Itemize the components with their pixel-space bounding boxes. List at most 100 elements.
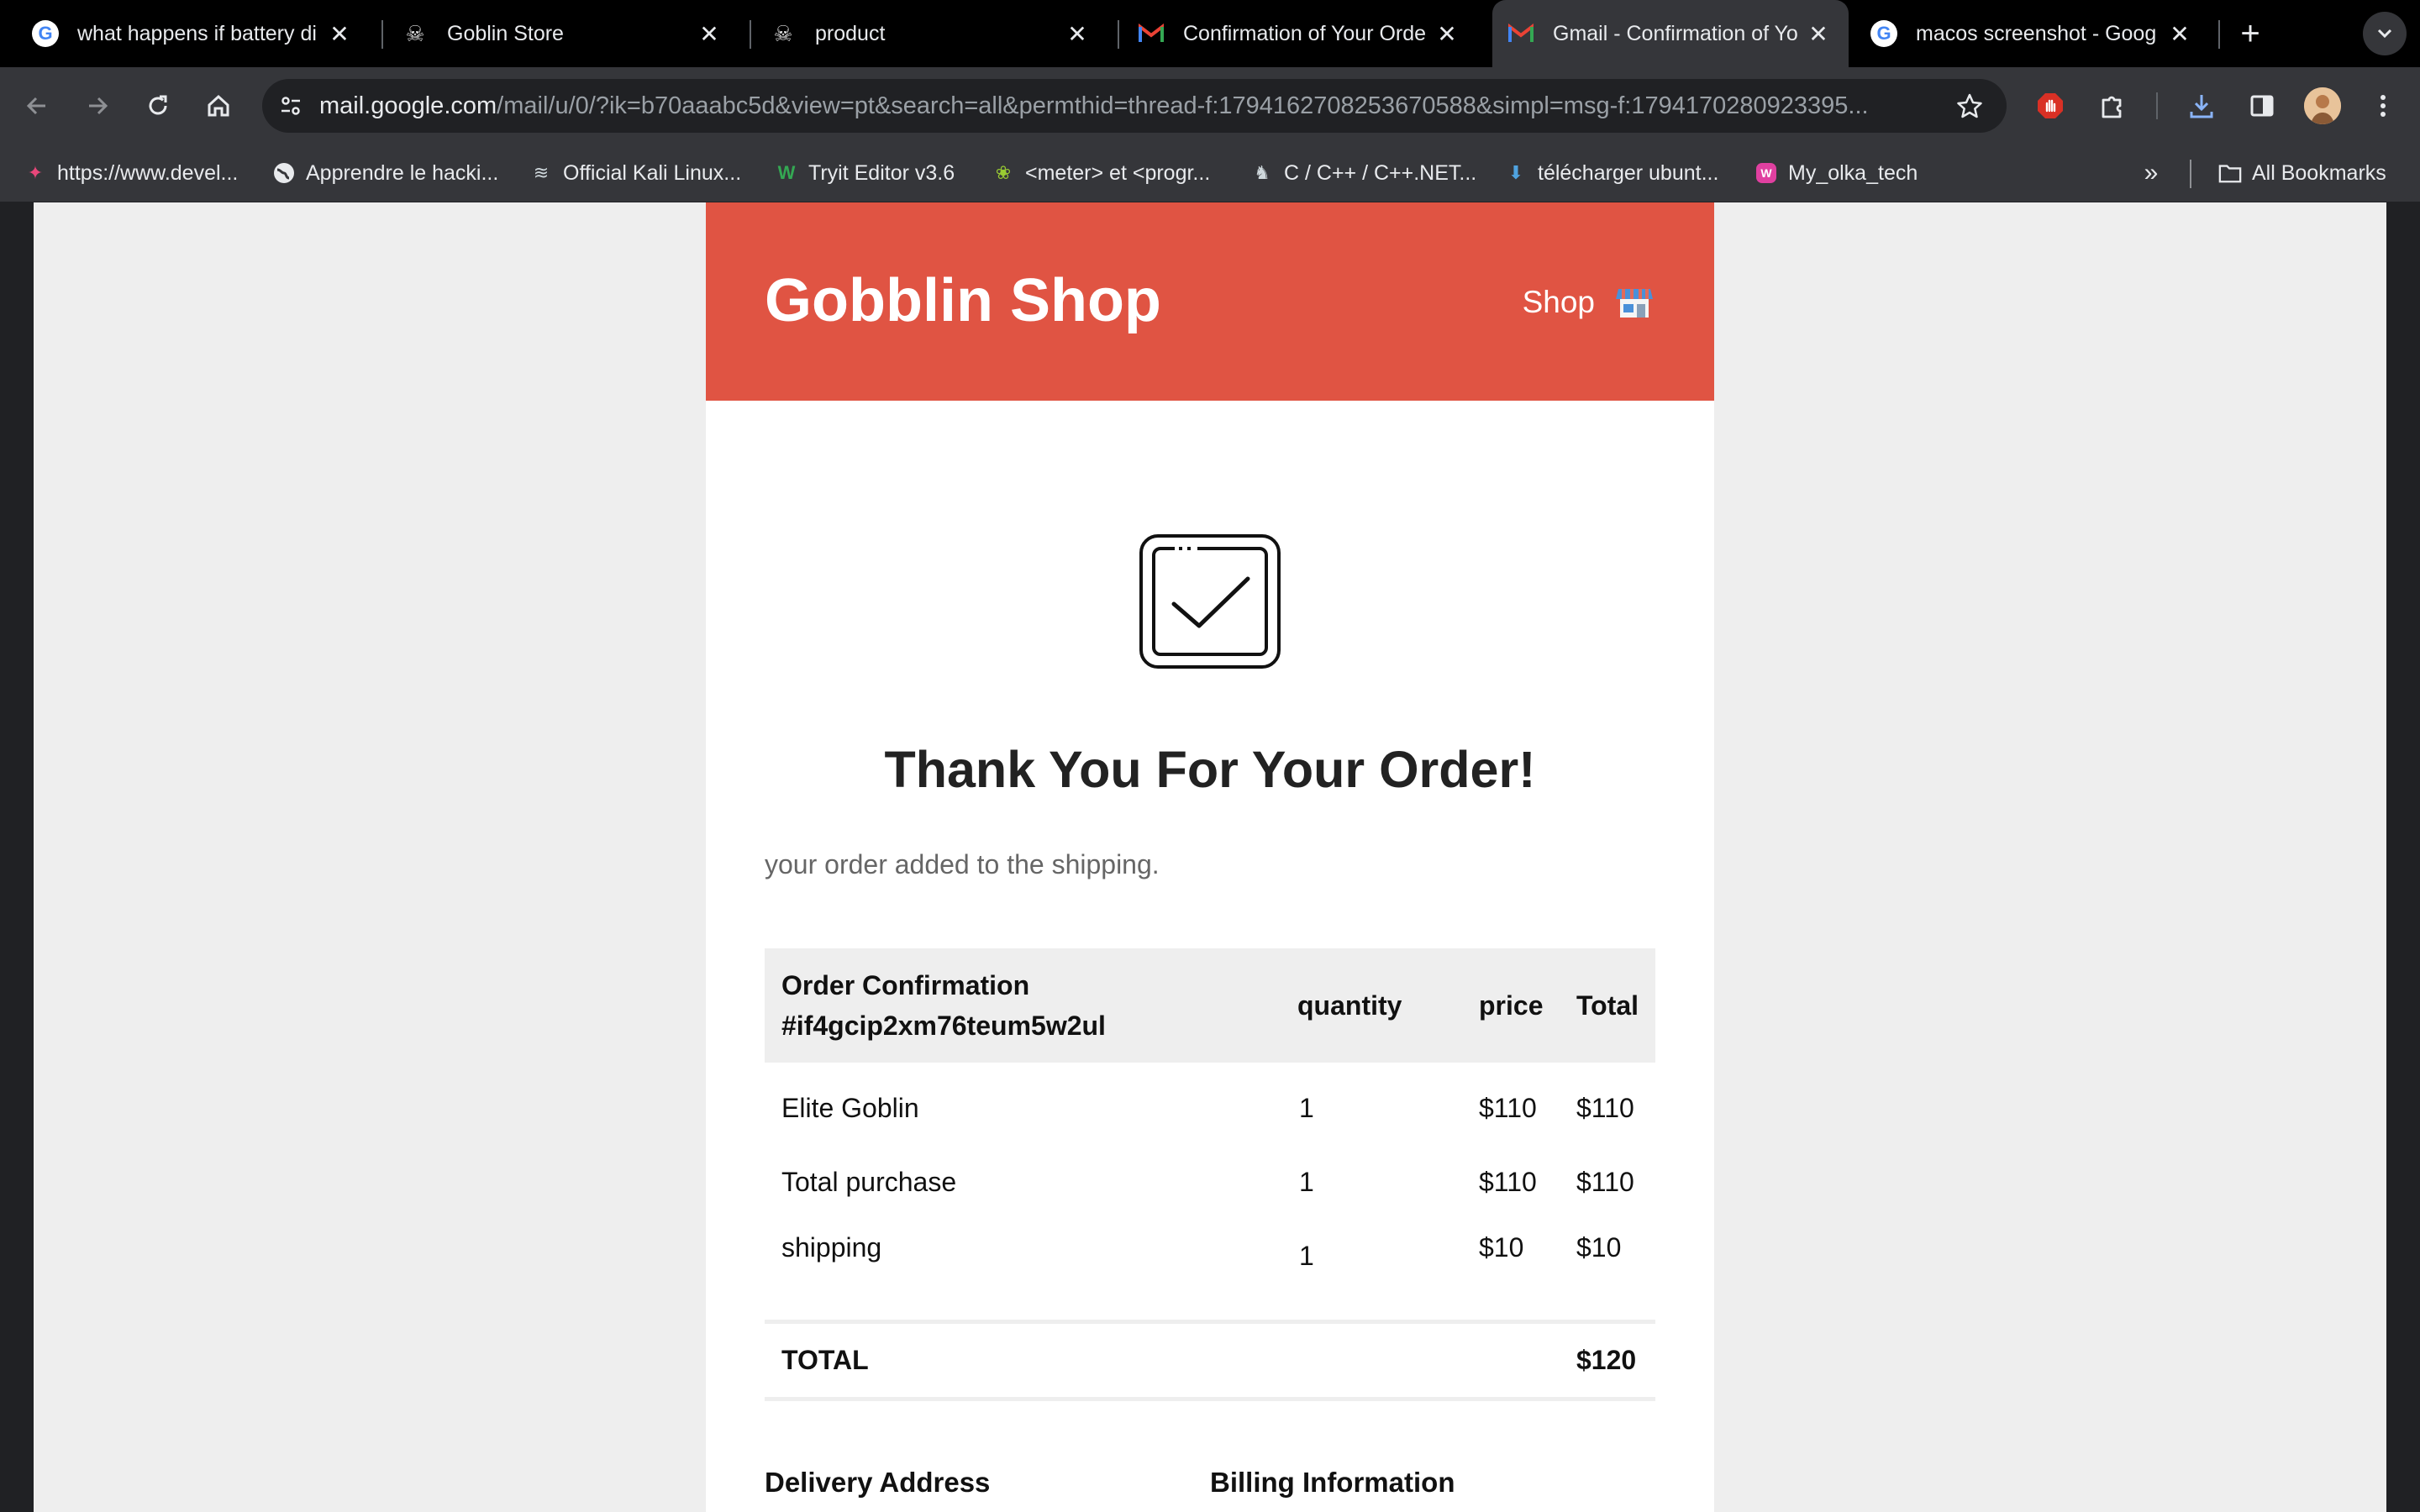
bookmark-item[interactable]: ♞ C / C++ / C++.NET...: [1250, 156, 1476, 190]
bookmarks-overflow-button[interactable]: »: [2134, 156, 2168, 190]
toolbar-divider: [2156, 92, 2158, 119]
browser-menu-button[interactable]: [2363, 86, 2403, 126]
w3-icon: W: [777, 162, 796, 183]
bookmark-label: All Bookmarks: [2252, 160, 2386, 185]
header-total: Total: [1576, 990, 1639, 1021]
close-icon[interactable]: ✕: [1432, 18, 1462, 49]
mdn-icon: ❀: [995, 162, 1012, 183]
adblock-extension-button[interactable]: [2030, 86, 2070, 126]
bookmark-item[interactable]: W My_olka_tech: [1754, 156, 1918, 190]
item-total: $110: [1576, 1167, 1634, 1197]
extensions-button[interactable]: [2092, 86, 2133, 126]
dev-icon: ✦: [27, 162, 44, 183]
delivery-address-heading: Delivery Address: [765, 1467, 991, 1498]
shop-link[interactable]: Shop: [1523, 285, 1654, 320]
stop-hand-icon: [2038, 93, 2063, 118]
close-icon[interactable]: ✕: [324, 18, 355, 49]
tab-search-button[interactable]: [2363, 12, 2407, 55]
tab-battery[interactable]: G what happens if battery di ✕: [0, 0, 370, 67]
tab-confirmation[interactable]: Confirmation of Your Orde ✕: [1106, 0, 1477, 67]
page-title: Thank You For Your Order!: [884, 741, 1536, 798]
brand-name: Gobblin Shop: [765, 267, 1161, 334]
url-host: mail.google.com: [319, 92, 497, 119]
globe-icon: [272, 161, 296, 185]
svg-text:W: W: [1760, 166, 1772, 180]
table-row: shipping 1 $10 $10: [765, 1231, 1655, 1281]
arrow-left-icon: [26, 97, 45, 115]
google-icon: G: [32, 20, 59, 47]
bookmark-label: télécharger ubunt...: [1538, 160, 1719, 185]
item-name: shipping: [781, 1232, 882, 1263]
order-confirmation-header: Order Confirmation #if4gcip2xm76teum5w2u…: [781, 965, 1106, 1046]
bookmark-star-icon[interactable]: [1951, 87, 1988, 124]
table-header: Order Confirmation #if4gcip2xm76teum5w2u…: [765, 948, 1655, 1063]
forward-button[interactable]: [77, 86, 118, 126]
google-icon: G: [1870, 20, 1897, 47]
item-price: $110: [1479, 1167, 1537, 1197]
email-header: Gobblin Shop Shop: [706, 202, 1714, 401]
reload-button[interactable]: [138, 86, 178, 126]
downloads-button[interactable]: [2181, 86, 2222, 126]
item-quantity: 1: [1299, 1167, 1314, 1197]
tab-title: Gmail - Confirmation of Yo: [1553, 21, 1798, 45]
order-status-text: your order added to the shipping.: [765, 849, 1160, 879]
tab-macos-screenshot[interactable]: G macos screenshot - Goog ✕: [1849, 0, 2210, 67]
olka-icon: W: [1754, 161, 1778, 185]
item-total: $110: [1576, 1093, 1634, 1123]
table-row: Total purchase 1 $110 $110: [765, 1165, 1655, 1215]
item-price: $10: [1479, 1232, 1524, 1263]
tab-strip: G what happens if battery di ✕ ☠ Goblin …: [0, 0, 2420, 67]
close-icon[interactable]: ✕: [694, 18, 724, 49]
bookmark-item[interactable]: ⬇ télécharger ubunt...: [1504, 156, 1719, 190]
billing-information-heading: Billing Information: [1210, 1467, 1455, 1498]
bookmark-label: <meter> et <progr...: [1025, 160, 1211, 185]
checkbox-check-icon: [1139, 533, 1281, 669]
bookmark-item[interactable]: W Tryit Editor v3.6: [775, 156, 955, 190]
reload-icon: [149, 95, 167, 115]
order-number: #if4gcip2xm76teum5w2ul: [781, 1011, 1106, 1041]
bookmark-label: C / C++ / C++.NET...: [1284, 160, 1477, 185]
profile-avatar-icon: [2304, 87, 2341, 124]
gmail-icon: [1507, 20, 1534, 47]
email-body: Gobblin Shop Shop Thank You For Your Ord…: [706, 202, 1714, 1512]
back-button[interactable]: [17, 86, 57, 126]
table-row: Elite Goblin 1 $110 $110: [765, 1091, 1655, 1142]
item-name: Total purchase: [781, 1167, 957, 1197]
goblin-icon: ☠: [773, 20, 793, 46]
tab-title: Confirmation of Your Orde: [1183, 21, 1427, 45]
chevron-down-icon: [2377, 29, 2392, 39]
tab-title: macos screenshot - Goog: [1916, 21, 2157, 45]
bookmark-item[interactable]: ✦ https://www.devel...: [24, 156, 239, 190]
tab-product[interactable]: ☠ product ✕: [738, 0, 1107, 67]
close-icon[interactable]: ✕: [2165, 18, 2195, 49]
bookmark-item[interactable]: ≋ Official Kali Linux...: [529, 156, 741, 190]
item-price: $110: [1479, 1093, 1537, 1123]
download-icon: [2190, 95, 2213, 118]
shop-link-label: Shop: [1522, 285, 1595, 319]
item-name: Elite Goblin: [781, 1093, 919, 1123]
tab-gmail-confirmation[interactable]: Gmail - Confirmation of Yo ✕: [1492, 0, 1849, 67]
bookmark-item[interactable]: Apprendre le hacki...: [272, 156, 498, 190]
side-panel-button[interactable]: [2242, 86, 2282, 126]
bookmark-label: Official Kali Linux...: [563, 160, 742, 185]
store-icon: [1615, 286, 1654, 319]
tab-goblin-store[interactable]: ☠ Goblin Store ✕: [370, 0, 739, 67]
close-icon[interactable]: ✕: [1062, 18, 1092, 49]
bookmark-item[interactable]: ❀ <meter> et <progr...: [992, 156, 1210, 190]
home-button[interactable]: [198, 86, 239, 126]
header-quantity: quantity: [1297, 990, 1402, 1021]
goblin-icon: ☠: [405, 20, 425, 46]
item-total: $10: [1576, 1232, 1622, 1263]
header-order-label: Order Confirmation: [781, 970, 1030, 1000]
tab-title: Goblin Store: [447, 21, 564, 45]
site-info-icon[interactable]: [274, 89, 308, 123]
avatar[interactable]: [2304, 87, 2341, 124]
header-price: price: [1479, 990, 1544, 1021]
all-bookmarks-button[interactable]: All Bookmarks: [2218, 156, 2386, 190]
total-divider-top: [765, 1320, 1655, 1324]
address-bar[interactable]: mail.google.com/mail/u/0/?ik=b70aaabc5d&…: [262, 79, 2007, 133]
arrow-right-icon: [89, 97, 108, 115]
new-tab-button[interactable]: +: [2232, 15, 2269, 52]
folder-icon: [2218, 161, 2242, 185]
close-icon[interactable]: ✕: [1803, 18, 1833, 49]
